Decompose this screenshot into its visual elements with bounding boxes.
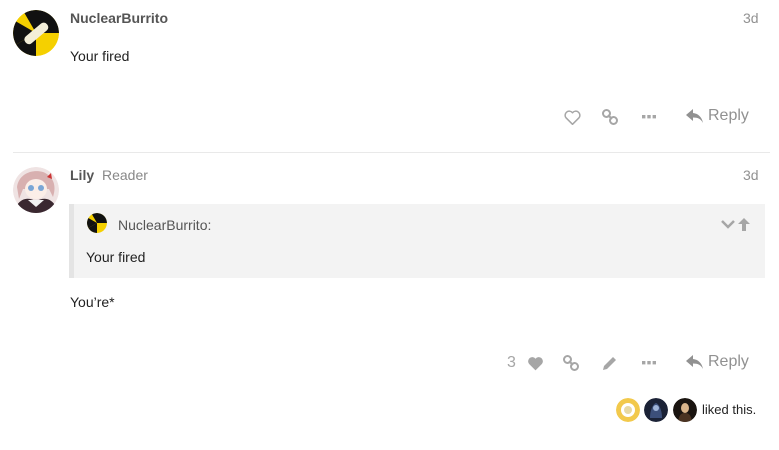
post-body: You’re* xyxy=(70,294,115,310)
edit-button[interactable] xyxy=(600,353,620,373)
chevron-down-icon xyxy=(721,219,735,229)
quote-text: Your fired xyxy=(86,249,146,265)
like-count[interactable]: 3 xyxy=(507,354,516,372)
liker-avatar[interactable] xyxy=(673,398,697,422)
quote-jump-button[interactable] xyxy=(737,216,751,232)
user-title: Reader xyxy=(102,167,148,183)
more-icon xyxy=(642,115,656,119)
link-icon xyxy=(602,109,618,125)
like-button[interactable] xyxy=(525,353,545,373)
copy-link-button[interactable] xyxy=(561,353,581,373)
quote-block: NuclearBurrito: Your fired xyxy=(69,204,765,278)
liker-avatar[interactable] xyxy=(616,398,640,422)
post-username[interactable]: NuclearBurrito xyxy=(70,10,168,26)
more-button[interactable] xyxy=(639,107,659,127)
quote-author[interactable]: NuclearBurrito: xyxy=(118,217,211,233)
reply-button[interactable]: Reply xyxy=(686,353,749,371)
link-icon xyxy=(563,355,579,371)
post-date[interactable]: 3d xyxy=(743,10,759,26)
quote-avatar xyxy=(87,213,107,233)
pencil-icon xyxy=(603,357,616,370)
reply-button[interactable]: Reply xyxy=(686,107,749,125)
heart-icon xyxy=(527,356,543,370)
avatar-nuclearburrito[interactable] xyxy=(13,10,59,56)
avatar-lily[interactable] xyxy=(13,167,59,213)
reply-icon xyxy=(686,108,703,123)
quote-expand-button[interactable] xyxy=(720,217,736,231)
post-divider xyxy=(13,152,770,153)
post-username[interactable]: Lily xyxy=(70,167,94,183)
more-button[interactable] xyxy=(639,353,659,373)
heart-icon xyxy=(563,109,581,125)
reply-icon xyxy=(686,354,703,369)
post-body: Your fired xyxy=(70,48,130,64)
reply-label: Reply xyxy=(708,107,749,124)
liked-by-text: liked this. xyxy=(702,402,757,417)
like-button[interactable] xyxy=(562,107,582,127)
post-date[interactable]: 3d xyxy=(743,167,759,183)
reply-label: Reply xyxy=(708,353,749,370)
more-icon xyxy=(642,361,656,365)
copy-link-button[interactable] xyxy=(600,107,620,127)
arrow-up-icon xyxy=(738,217,750,231)
liker-avatar[interactable] xyxy=(644,398,668,422)
